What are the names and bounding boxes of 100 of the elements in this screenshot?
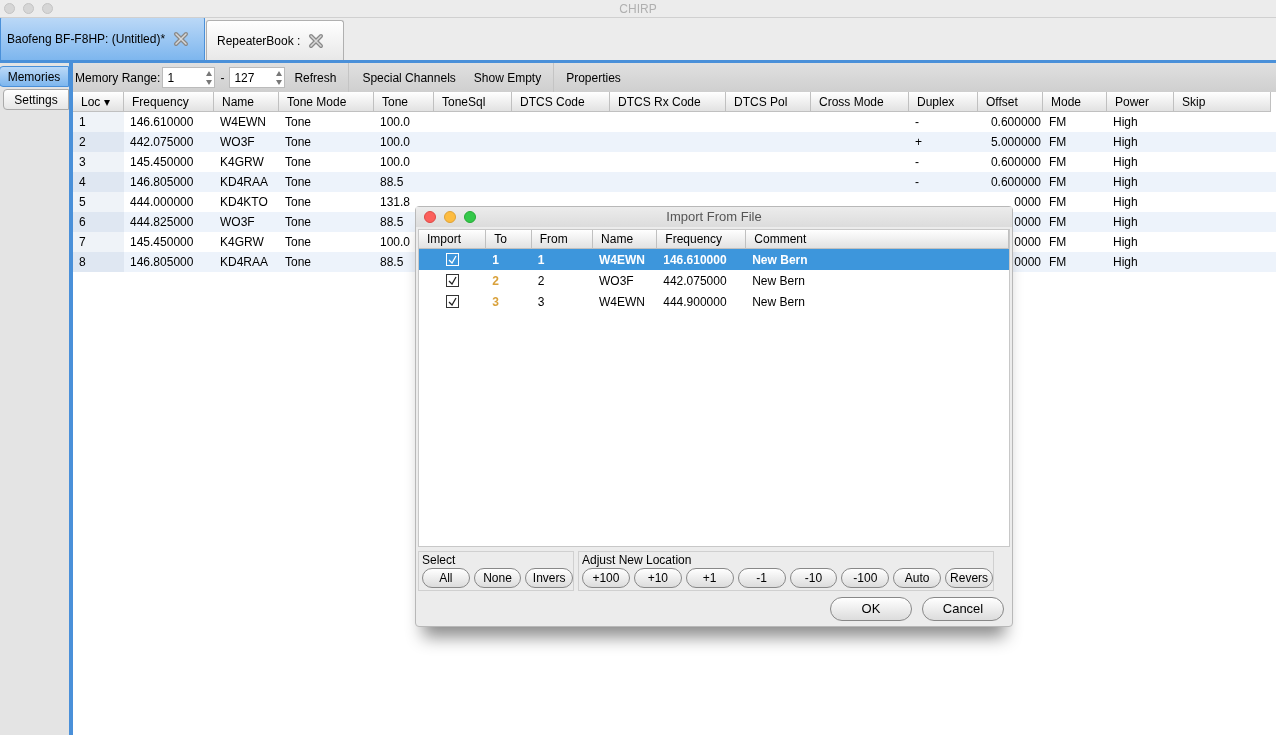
column-header[interactable]: Comment xyxy=(746,230,1009,249)
column-header[interactable]: Frequency xyxy=(124,92,214,112)
column-header[interactable]: DTCS Rx Code xyxy=(610,92,726,112)
select-button[interactable]: Invers xyxy=(525,568,573,588)
table-cell-text: Tone xyxy=(285,254,312,271)
adjust-button[interactable]: -1 xyxy=(737,568,786,588)
table-cell: W4EWN xyxy=(598,294,645,309)
table-cell-text: 145.450000 xyxy=(130,154,194,171)
column-header[interactable]: DTCS Code xyxy=(512,92,610,112)
column-header[interactable]: Loc ▾ xyxy=(73,92,124,112)
range-label: Memory Range: xyxy=(75,69,161,87)
table-cell-text: 0.600000 xyxy=(990,154,1041,171)
table-cell-text: Tone xyxy=(285,194,312,211)
group-label: Adjust New Location xyxy=(582,553,693,567)
window-title: CHIRP xyxy=(619,0,657,18)
column-header[interactable]: Name xyxy=(593,230,658,249)
dialog-button[interactable]: Cancel xyxy=(922,597,1004,621)
column-header[interactable]: Tone xyxy=(374,92,434,112)
adjust-button[interactable]: Auto xyxy=(893,568,942,588)
table-cell-text: High xyxy=(1113,134,1138,151)
column-header[interactable]: DTCS Pol xyxy=(726,92,811,112)
column-header[interactable]: Frequency xyxy=(657,230,747,249)
table-cell-text: FM xyxy=(1049,194,1067,211)
table-cell-text: 88.5 xyxy=(380,214,404,231)
table-cell: 3 xyxy=(537,294,545,309)
table-cell-text: W4EWN xyxy=(220,114,266,131)
stepper-icon[interactable] xyxy=(205,69,214,86)
adjust-button[interactable]: +100 xyxy=(582,568,630,588)
window-control-icon[interactable] xyxy=(424,211,436,223)
table-cell-text: FM xyxy=(1049,254,1067,271)
table-cell-text: 1 xyxy=(79,114,86,131)
tab[interactable]: RepeaterBook : xyxy=(206,20,344,60)
table-cell: WO3F xyxy=(598,273,634,288)
table-cell: 3 xyxy=(492,294,499,309)
table-cell-text: 146.805000 xyxy=(130,254,194,271)
table-cell-text: 0000 xyxy=(1014,194,1041,211)
table-cell-text: WO3F xyxy=(220,214,255,231)
adjust-button[interactable]: Revers xyxy=(945,568,993,588)
table-cell-text: Tone xyxy=(285,154,312,171)
dialog-button[interactable]: OK xyxy=(830,597,912,621)
side-tab[interactable]: Settings xyxy=(3,89,69,110)
table-cell-text: FM xyxy=(1049,134,1067,151)
close-icon[interactable] xyxy=(173,30,190,47)
range-field[interactable]: 127 xyxy=(229,67,286,88)
table-cell-text: 444.000000 xyxy=(130,194,194,211)
table-cell: New Bern xyxy=(752,273,805,288)
table-cell-text: 7 xyxy=(79,234,86,251)
column-header[interactable]: ToneSql xyxy=(434,92,512,112)
tab-label[interactable]: Baofeng BF-F8HP: (Untitled)* xyxy=(7,29,166,48)
table-cell: 444.900000 xyxy=(663,294,727,309)
table-cell: 2 xyxy=(492,273,499,288)
adjust-button[interactable]: +1 xyxy=(685,568,734,588)
toolbar-button[interactable]: Special Channels xyxy=(349,63,456,92)
adjust-button[interactable]: -10 xyxy=(789,568,838,588)
range-field[interactable]: 1 xyxy=(162,67,216,88)
toolbar-button[interactable]: Properties xyxy=(554,63,621,92)
column-header[interactable]: Tone Mode xyxy=(279,92,374,112)
tab-label[interactable]: RepeaterBook : xyxy=(217,31,301,50)
table-cell-text: 88.5 xyxy=(380,254,404,271)
table-cell-text: 100.0 xyxy=(380,154,411,171)
adjust-button[interactable]: -100 xyxy=(841,568,890,588)
checkbox[interactable] xyxy=(446,274,460,287)
column-header[interactable]: Offset xyxy=(978,92,1043,112)
window-control-icon[interactable] xyxy=(464,211,476,223)
close-icon[interactable] xyxy=(308,32,325,49)
table-cell-text: K4GRW xyxy=(220,154,264,171)
table-cell-text: 6 xyxy=(79,214,86,231)
column-header[interactable]: Duplex xyxy=(909,92,978,112)
adjust-button[interactable]: +10 xyxy=(633,568,682,588)
table-cell-text: High xyxy=(1113,234,1138,251)
table-cell: New Bern xyxy=(752,294,805,309)
table-cell-text: High xyxy=(1113,194,1138,211)
column-header[interactable]: Skip xyxy=(1174,92,1271,112)
table-cell-text: 444.825000 xyxy=(130,214,194,231)
window-control-icon[interactable] xyxy=(444,211,456,223)
column-header[interactable]: Cross Mode xyxy=(811,92,909,112)
side-tab[interactable]: Memories xyxy=(0,66,69,87)
select-button[interactable]: All xyxy=(422,568,470,588)
table-cell: New Bern xyxy=(752,252,808,267)
column-header[interactable]: From xyxy=(531,230,594,249)
stepper-icon[interactable] xyxy=(275,69,284,86)
select-button[interactable]: None xyxy=(473,568,522,588)
column-header[interactable]: Name xyxy=(214,92,279,112)
table-cell-text: Tone xyxy=(285,214,312,231)
table-cell-text: FM xyxy=(1049,214,1067,231)
column-header[interactable]: Mode xyxy=(1043,92,1107,112)
table-cell-text: High xyxy=(1113,154,1138,171)
group-label: Select xyxy=(422,553,457,567)
table-cell-text: 4 xyxy=(79,174,86,191)
table-cell-text: 8 xyxy=(79,254,86,271)
table-cell-text: FM xyxy=(1049,114,1067,131)
column-header[interactable]: Power xyxy=(1107,92,1174,112)
checkbox[interactable] xyxy=(446,295,460,308)
column-header[interactable]: Import xyxy=(419,230,487,249)
table-cell-text: 0000 xyxy=(1014,214,1041,231)
column-header[interactable]: To xyxy=(486,230,532,249)
tab[interactable]: Baofeng BF-F8HP: (Untitled)* xyxy=(0,16,205,60)
table-cell-text: 0.600000 xyxy=(990,114,1041,131)
table-cell-text: 0.600000 xyxy=(990,174,1041,191)
dialog-title: Import From File xyxy=(666,208,762,227)
